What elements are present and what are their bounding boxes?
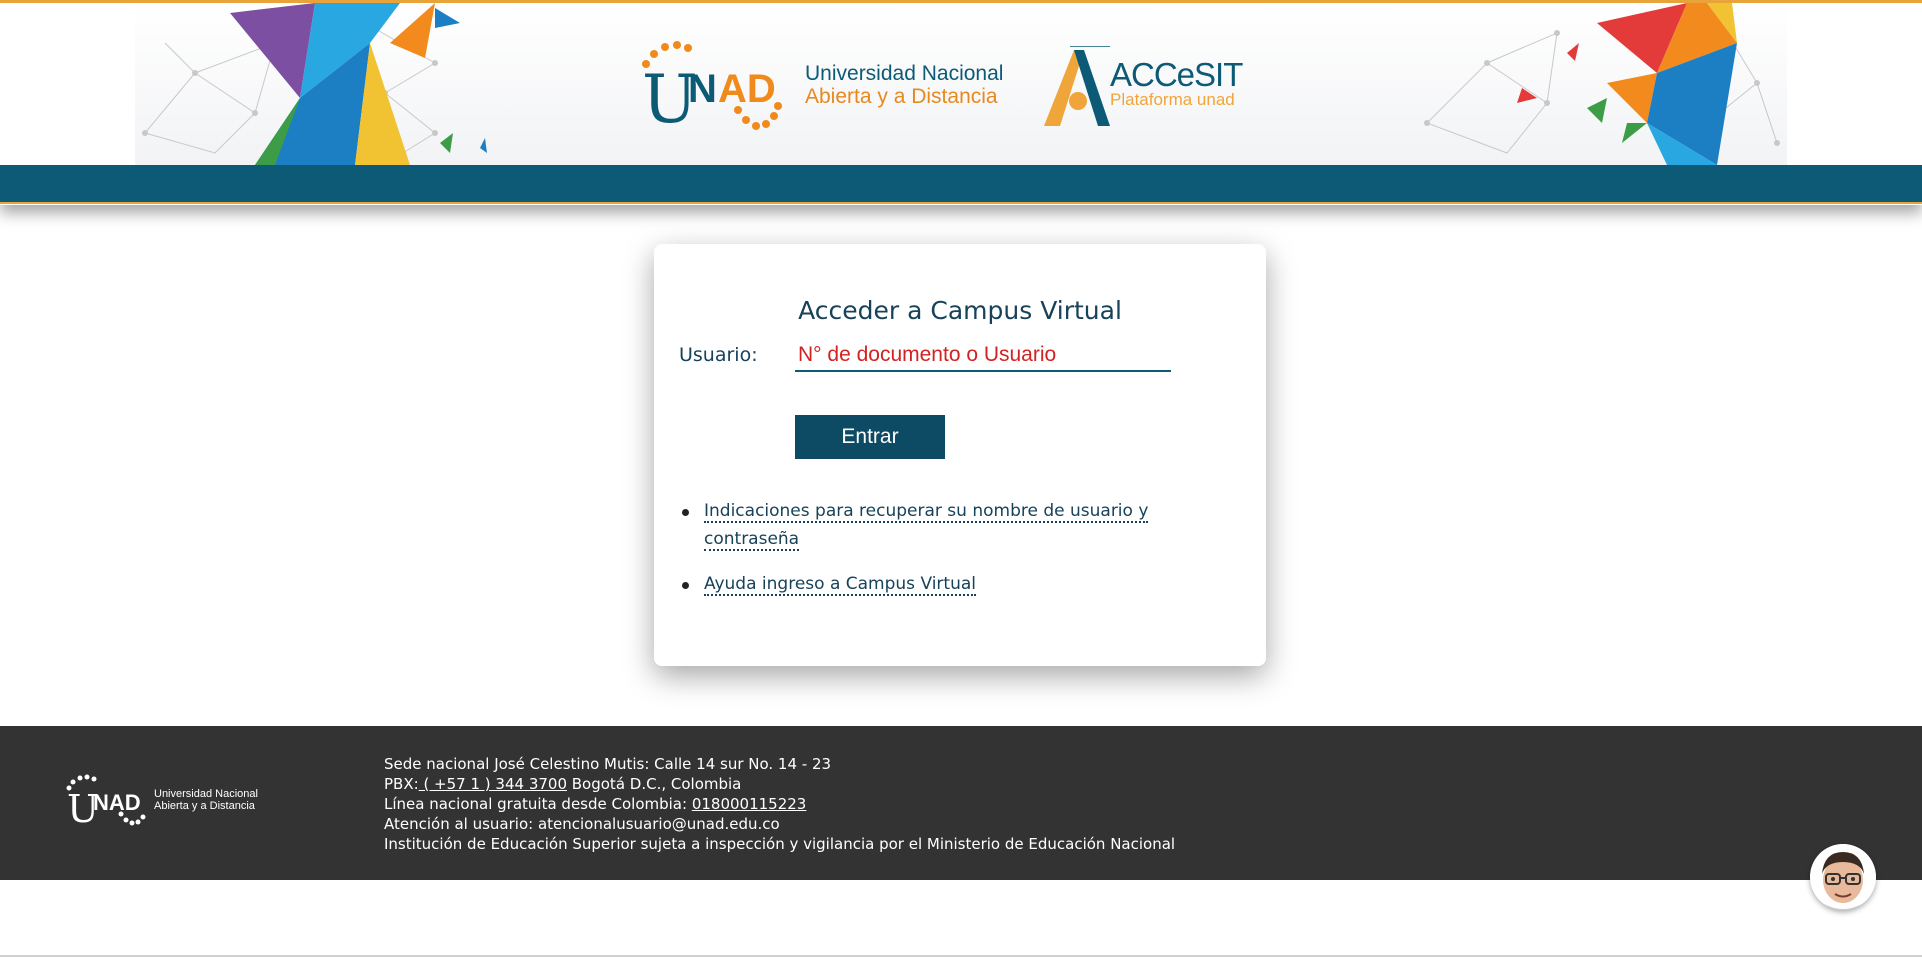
bullet-icon xyxy=(682,509,689,516)
svg-text:NAD: NAD xyxy=(93,790,141,815)
accesit-logo-icon xyxy=(1044,46,1110,126)
footer-supervision: Institución de Educación Superior sujeta… xyxy=(384,835,1176,853)
assistant-avatar-icon xyxy=(1810,844,1876,910)
footer-logo-text: Universidad Nacional Abierta y a Distanc… xyxy=(154,788,258,812)
list-item: Indicaciones para recuperar su nombre de… xyxy=(679,497,1199,553)
university-name-line1: Universidad Nacional xyxy=(805,62,1004,85)
svg-text:N: N xyxy=(688,67,717,111)
username-input[interactable] xyxy=(795,340,1171,372)
site-footer: U NAD Universidad Nacional Abierta y a D… xyxy=(0,726,1922,880)
hotline-prefix: Línea nacional gratuita desde Colombia: xyxy=(384,795,692,813)
footer-pbx: PBX: ( +57 1 ) 344 3700 Bogotá D.C., Col… xyxy=(384,774,1175,794)
campus-help-link[interactable]: Ayuda ingreso a Campus Virtual xyxy=(704,574,976,596)
banner-decoration-left xyxy=(142,3,487,165)
hotline-phone-link[interactable]: 018000115223 xyxy=(692,795,807,813)
assistant-avatar-button[interactable] xyxy=(1810,844,1876,910)
bullet-icon xyxy=(682,582,689,589)
login-title: Acceder a Campus Virtual xyxy=(798,296,1122,325)
university-name-line2: Abierta y a Distancia xyxy=(805,85,998,108)
footer-unad-logo-icon: U NAD xyxy=(66,774,146,826)
username-label: Usuario: xyxy=(679,344,758,366)
footer-contact-info: Sede nacional José Celestino Mutis: Call… xyxy=(384,754,1175,854)
login-submit-button[interactable]: Entrar xyxy=(795,415,945,459)
svg-text:AD: AD xyxy=(718,67,776,111)
footer-support: Atención al usuario: atencionalusuario@u… xyxy=(384,815,780,833)
footer-logo-text-line1: Universidad Nacional xyxy=(154,788,258,800)
footer-hotline: Línea nacional gratuita desde Colombia: … xyxy=(384,794,1175,814)
banner-decoration-right xyxy=(1424,3,1780,165)
accesit-title: ACCeSIT xyxy=(1110,56,1243,93)
header-bar xyxy=(0,165,1922,204)
university-name: Universidad Nacional Abierta y a Distanc… xyxy=(805,62,1003,108)
recover-credentials-link[interactable]: Indicaciones para recuperar su nombre de… xyxy=(704,501,1149,551)
list-item: Ayuda ingreso a Campus Virtual xyxy=(679,570,1199,598)
pbx-prefix: PBX: xyxy=(384,775,419,793)
login-card: Acceder a Campus Virtual Usuario: Entrar… xyxy=(654,244,1266,666)
site-header: U N AD Universidad Nacional Abierta y a … xyxy=(0,0,1922,205)
footer-logo-text-line2: Abierta y a Distancia xyxy=(154,800,255,812)
footer-address: Sede nacional José Celestino Mutis: Call… xyxy=(384,755,832,773)
pbx-phone-link[interactable]: ( +57 1 ) 344 3700 xyxy=(419,775,567,793)
unad-logo-icon: U N AD xyxy=(642,41,782,130)
accesit-subtitle: Plataforma unad xyxy=(1110,90,1235,109)
help-links-list: Indicaciones para recuperar su nombre de… xyxy=(679,497,1199,615)
pbx-suffix: Bogotá D.C., Colombia xyxy=(567,775,742,793)
